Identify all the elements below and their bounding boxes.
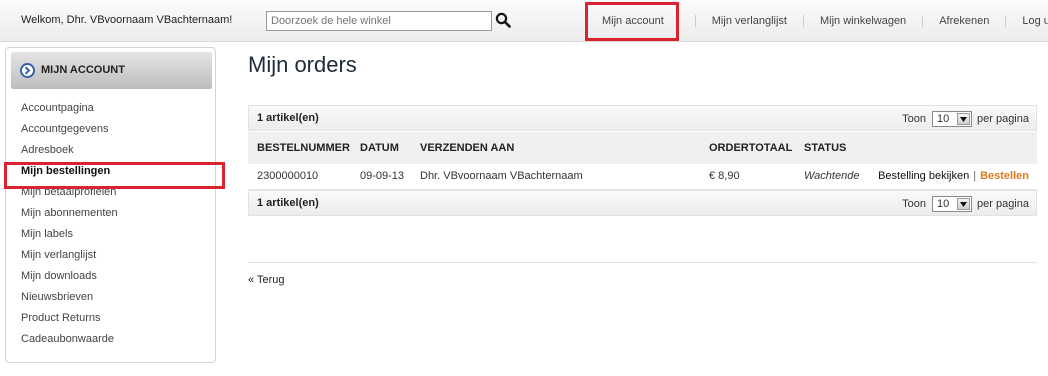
reorder-link[interactable]: Bestellen (980, 170, 1029, 182)
orders-table: BESTELNUMMER DATUM VERZENDEN AAN ORDERTO… (248, 132, 1037, 190)
sidebar-item-account-dashboard[interactable]: Accountpagina (6, 101, 215, 122)
sidebar-item-label: Product Returns (21, 312, 101, 324)
sidebar-item-address-book[interactable]: Adresboek (6, 143, 215, 164)
sidebar-item-label: Mijn bestellingen (21, 165, 111, 177)
sidebar-item-downloads[interactable]: Mijn downloads (6, 269, 215, 290)
top-bar: Welkom, Dhr. VBvoornaam VBachternaam! Mi… (0, 0, 1048, 42)
item-count: 1 artikel(en) (257, 197, 319, 209)
per-page-value: 10 (937, 198, 950, 210)
sidebar-title: MIJN ACCOUNT (41, 64, 125, 76)
nav-divider (922, 15, 924, 27)
order-total: € 8,90 (700, 164, 795, 190)
order-number: 2300000010 (248, 164, 351, 190)
order-actions: Bestelling bekijken | Bestellen (866, 164, 1037, 190)
column-header-order-total: ORDERTOTAAL (700, 132, 795, 164)
nav-logout[interactable]: Log uit (1022, 15, 1048, 27)
account-sidebar: MIJN ACCOUNT Accountpagina Accountgegeve… (4, 47, 225, 363)
table-header-row: BESTELNUMMER DATUM VERZENDEN AAN ORDERTO… (248, 132, 1037, 164)
column-header-date: DATUM (351, 132, 411, 164)
nav-cart[interactable]: Mijn winkelwagen (820, 15, 906, 27)
sidebar-item-product-returns[interactable]: Product Returns (6, 311, 215, 332)
sidebar-item-my-orders[interactable]: Mijn bestellingen (4, 162, 225, 189)
per-page-select[interactable]: 10 (932, 111, 972, 127)
sidebar-item-gift-card-balance[interactable]: Cadeaubonwaarde (6, 332, 215, 353)
sidebar-menu: Accountpagina Accountgegevens Adresboek … (4, 101, 225, 353)
column-header-order-number: BESTELNUMMER (248, 132, 351, 164)
content-divider (248, 262, 1037, 263)
sidebar-item-label: Accountpagina (21, 102, 94, 114)
sidebar-item-tags[interactable]: Mijn labels (6, 227, 215, 248)
order-status: Wachtende (795, 164, 866, 190)
back-link[interactable]: « Terug (248, 274, 285, 286)
nav-checkout[interactable]: Afrekenen (939, 15, 989, 27)
sidebar-item-label: Mijn abonnementen (21, 207, 118, 219)
sidebar-item-label: Cadeaubonwaarde (21, 333, 114, 345)
order-ship-to: Dhr. VBvoornaam VBachternaam (411, 164, 700, 190)
sidebar-item-wishlist[interactable]: Mijn verlanglijst (6, 248, 215, 269)
search-form (266, 11, 511, 31)
sidebar-item-account-information[interactable]: Accountgegevens (6, 122, 215, 143)
welcome-message: Welkom, Dhr. VBvoornaam VBachternaam! (21, 14, 233, 26)
per-page-select[interactable]: 10 (932, 196, 972, 212)
table-row: 2300000010 09-09-13 Dhr. VBvoornaam VBac… (248, 164, 1037, 190)
show-label: Toon (902, 113, 926, 125)
top-navigation: Mijn account Mijn verlanglijst Mijn wink… (585, 0, 1048, 42)
per-page-suffix: per pagina (977, 113, 1029, 125)
sidebar-item-label: Accountgegevens (21, 123, 109, 135)
nav-wishlist[interactable]: Mijn verlanglijst (712, 15, 787, 27)
show-label: Toon (902, 198, 926, 210)
sidebar-item-label: Mijn verlanglijst (21, 249, 97, 261)
sidebar-item-label: Mijn downloads (21, 270, 97, 282)
pager-bottom: 1 artikel(en) Toon 10 per pagina (248, 190, 1037, 216)
nav-divider (1005, 15, 1007, 27)
search-input[interactable] (266, 11, 492, 31)
view-order-link[interactable]: Bestelling bekijken (878, 170, 969, 182)
search-icon[interactable] (495, 12, 511, 28)
item-count: 1 artikel(en) (257, 112, 319, 124)
order-date: 09-09-13 (351, 164, 411, 190)
sidebar-item-newsletters[interactable]: Nieuwsbrieven (6, 290, 215, 311)
per-page-control: Toon 10 per pagina (902, 111, 1029, 127)
chevron-down-icon[interactable] (957, 113, 970, 125)
column-header-status: STATUS (795, 132, 866, 164)
nav-divider (802, 15, 804, 27)
sidebar-header: MIJN ACCOUNT (11, 52, 212, 89)
column-header-actions (866, 132, 1037, 164)
nav-divider (694, 15, 696, 27)
column-header-ship-to: VERZENDEN AAN (411, 132, 700, 164)
sidebar-item-label: Adresboek (21, 144, 74, 156)
chevron-down-icon[interactable] (957, 198, 970, 210)
chevron-right-circle-icon (20, 63, 35, 78)
sidebar-item-subscriptions[interactable]: Mijn abonnementen (6, 206, 215, 227)
sidebar-item-label: Mijn labels (21, 228, 73, 240)
per-page-suffix: per pagina (977, 198, 1029, 210)
nav-my-account[interactable]: Mijn account (585, 1, 679, 41)
page-title: Mijn orders (248, 52, 357, 77)
action-separator: | (973, 170, 977, 183)
per-page-value: 10 (937, 113, 950, 125)
per-page-control: Toon 10 per pagina (902, 196, 1029, 212)
pager-top: 1 artikel(en) Toon 10 per pagina (248, 105, 1037, 131)
sidebar-item-label: Nieuwsbrieven (21, 291, 94, 303)
